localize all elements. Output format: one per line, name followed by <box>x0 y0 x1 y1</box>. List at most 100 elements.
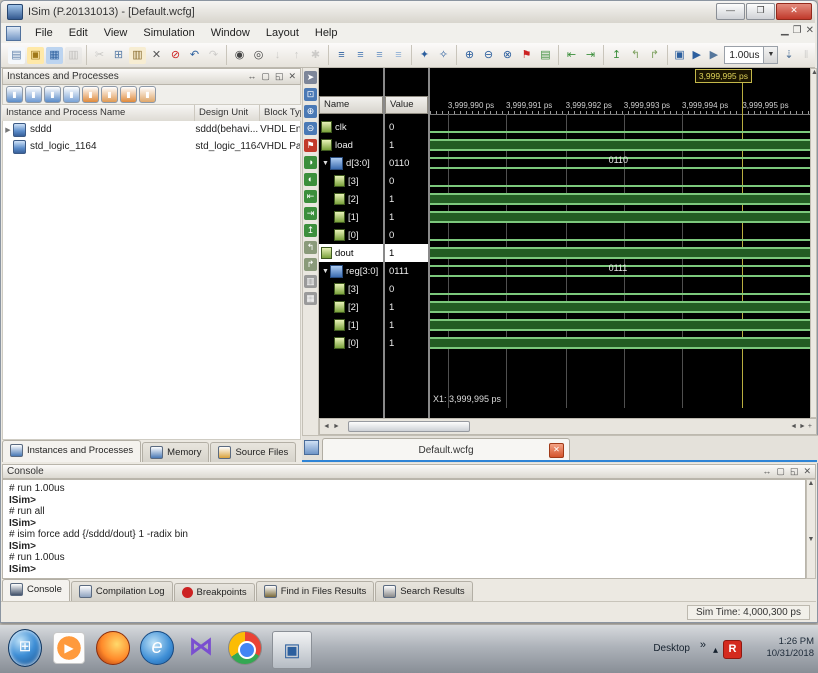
signal-row-value[interactable]: 0110 <box>385 154 428 172</box>
isim-taskbar-button[interactable]: ▣ <box>272 631 312 669</box>
signal-row-value[interactable]: 1 <box>385 208 428 226</box>
prev-event-icon[interactable]: ◑ <box>304 156 317 169</box>
restart-icon[interactable]: ▣ <box>672 47 687 64</box>
signal-row-value[interactable]: 0 <box>385 280 428 298</box>
sort-instances-icon[interactable]: ▮ <box>120 86 137 103</box>
mdi-restore-icon[interactable]: ❐ <box>793 25 802 36</box>
float-console-icon[interactable]: ↔ <box>762 466 771 477</box>
desktop-toolbar-label[interactable]: Desktop <box>653 643 690 654</box>
goto-time-0-icon[interactable]: ⇤ <box>563 47 580 64</box>
signal-row-value[interactable]: 1 <box>385 298 428 316</box>
paste-icon[interactable]: ▥ <box>129 46 146 64</box>
snap-to-transition-icon[interactable]: ↥ <box>304 224 317 237</box>
console-tab-search-results[interactable]: Search Results <box>375 581 473 601</box>
expand-instance-icon[interactable]: ▮ <box>82 86 99 103</box>
prev-edge-icon[interactable]: ↰ <box>304 241 317 254</box>
signal-row-value[interactable]: 0 <box>385 172 428 190</box>
close-tab-icon[interactable]: ✕ <box>549 443 564 458</box>
kmplayer-icon[interactable]: ⋈ <box>184 631 218 665</box>
mdi-close-icon[interactable]: ✕ <box>806 25 814 36</box>
pointer-icon[interactable]: ➤ <box>304 71 317 84</box>
next-transition-icon[interactable]: ↱ <box>646 47 663 64</box>
stop-icon[interactable]: ⊘ <box>167 47 184 64</box>
signal-row-value[interactable]: 0 <box>385 118 428 136</box>
value-column-header[interactable]: Value <box>385 96 428 114</box>
signal-row-name[interactable]: ▼ reg[3:0] <box>319 262 383 280</box>
maximize-panel-icon[interactable]: ▢ <box>261 71 270 82</box>
taskbar-clock[interactable]: 1:26 PM 10/31/2018 <box>766 636 814 660</box>
signal-row-name[interactable]: ▼ d[3:0] <box>319 154 383 172</box>
signal-row-value[interactable]: 0111 <box>385 262 428 280</box>
signal-row-value[interactable]: 1 <box>385 316 428 334</box>
collapse-arrow-icon[interactable]: ▼ <box>321 268 330 275</box>
wave-lane[interactable]: 0110 <box>430 154 810 172</box>
close-button[interactable]: ✕ <box>776 3 812 20</box>
signal-row-value[interactable]: 1 <box>385 190 428 208</box>
notification-r-icon[interactable]: R <box>723 640 742 659</box>
menu-layout[interactable]: Layout <box>258 25 307 41</box>
refresh-wave-icon[interactable]: ▤ <box>537 47 554 64</box>
run-for-time-icon[interactable]: ▶ <box>706 47 721 64</box>
panel-tab-source-files[interactable]: Source Files <box>210 442 297 462</box>
show-with-no-source-icon[interactable]: ▮ <box>63 86 80 103</box>
table-row[interactable]: std_logic_1164std_logic_1164VHDL Package <box>3 138 300 155</box>
signal-row-name[interactable]: dout <box>319 244 383 262</box>
wave-canvas[interactable]: 0110 0111 <box>430 83 810 418</box>
scroll-right-icon[interactable]: ► <box>333 423 340 430</box>
show-processes-icon[interactable]: ▮ <box>25 86 42 103</box>
console-output[interactable]: # run 1.00us ISim> # run all ISim> # isim fo… <box>2 479 806 579</box>
goto-time-end-icon[interactable]: ⇥ <box>582 47 599 64</box>
marker-icon[interactable]: ⚑ <box>518 47 535 64</box>
wave-vertical-scrollbar[interactable]: ▲ <box>810 68 818 418</box>
save-icon[interactable]: ▦ <box>46 46 63 64</box>
console-panel-header[interactable]: Console ↔ ▢ ◱ ✕ <box>2 464 816 479</box>
console-tab-breakpoints[interactable]: Breakpoints <box>173 583 255 601</box>
close-panel-icon[interactable]: ✕ <box>288 71 296 82</box>
show-hidden-icons[interactable]: ▴ <box>713 645 718 656</box>
menu-file[interactable]: File <box>27 25 61 41</box>
menu-simulation[interactable]: Simulation <box>135 25 202 41</box>
start-button[interactable]: ⊞ <box>8 629 42 667</box>
prev-transition-icon[interactable]: ↰ <box>627 47 644 64</box>
desktop-overflow-chevron[interactable]: » <box>700 639 706 651</box>
panel-tab-instances-and-processes[interactable]: Instances and Processes <box>2 440 142 462</box>
grid-icon[interactable]: ▦ <box>304 292 317 305</box>
collapse-all-icon[interactable]: ≡ <box>390 47 407 64</box>
wave-lane[interactable] <box>430 190 810 208</box>
instances-panel-header[interactable]: Instances and Processes ↔ ▢ ◱ ✕ <box>2 68 301 85</box>
scroll-end-icons[interactable]: ◄ ► + <box>790 423 816 430</box>
menu-edit[interactable]: Edit <box>61 25 96 41</box>
zoom-in-icon[interactable]: ⊕ <box>461 47 478 64</box>
mdi-minimize-icon[interactable]: ▁ <box>781 25 789 36</box>
combo-dropdown-icon[interactable]: ▼ <box>763 47 778 63</box>
show-instances-icon[interactable]: ▮ <box>6 86 23 103</box>
signal-row-name[interactable]: [1] <box>319 316 383 334</box>
maximize-console-icon[interactable]: ▢ <box>776 466 785 477</box>
wave-lane[interactable] <box>430 280 810 298</box>
signal-row-name[interactable]: load <box>319 136 383 154</box>
wrench-help-icon[interactable]: ✧ <box>435 47 452 64</box>
cursor-time-box[interactable]: 3,999,995 ps <box>694 69 752 83</box>
wave-lane[interactable] <box>430 118 810 136</box>
zoom-area-icon[interactable]: ⊡ <box>304 88 317 101</box>
wave-lane[interactable] <box>430 244 810 262</box>
zoom-out-wave-icon[interactable]: ⊖ <box>304 122 317 135</box>
wave-lane[interactable] <box>430 298 810 316</box>
marker-red-icon[interactable]: ⚑ <box>304 139 317 152</box>
panel-tab-memory[interactable]: Memory <box>142 442 210 462</box>
internet-explorer-icon[interactable]: e <box>140 631 174 665</box>
signal-row-value[interactable]: 1 <box>385 334 428 352</box>
dock-console-icon[interactable]: ◱ <box>790 466 799 477</box>
wave-lane[interactable] <box>430 208 810 226</box>
new-icon[interactable]: ▤ <box>8 46 25 64</box>
title-bar[interactable]: ISim (P.20131013) - [Default.wcfg] <box>1 1 815 23</box>
signal-row-value[interactable]: 1 <box>385 136 428 154</box>
signal-row-name[interactable]: [3] <box>319 280 383 298</box>
signal-row-value[interactable]: 1 <box>385 244 428 262</box>
wave-lane[interactable] <box>430 136 810 154</box>
menu-window[interactable]: Window <box>203 25 258 41</box>
next-edge-icon[interactable]: ↱ <box>304 258 317 271</box>
document-icon[interactable] <box>6 25 21 41</box>
refresh-instances-icon[interactable]: ▮ <box>139 86 156 103</box>
menu-help[interactable]: Help <box>307 25 346 41</box>
